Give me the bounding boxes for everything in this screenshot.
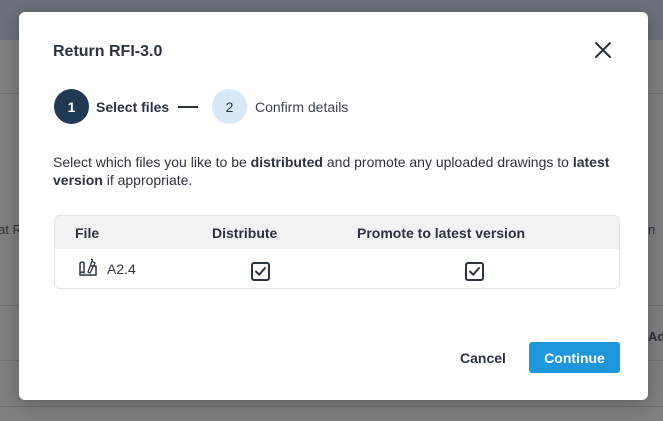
promote-checkbox[interactable] bbox=[465, 262, 484, 281]
column-header-distribute: Distribute bbox=[212, 225, 278, 241]
distribute-checkbox[interactable] bbox=[251, 262, 270, 281]
close-icon bbox=[595, 42, 611, 58]
checkmark-icon bbox=[469, 267, 480, 276]
continue-button[interactable]: Continue bbox=[529, 342, 620, 373]
checkmark-icon bbox=[255, 267, 266, 276]
files-table: File Distribute Promote to latest versio… bbox=[54, 215, 620, 289]
close-button[interactable] bbox=[593, 40, 613, 60]
cancel-button[interactable]: Cancel bbox=[449, 342, 517, 374]
modal-title: Return RFI-3.0 bbox=[53, 43, 163, 60]
background-text: n bbox=[648, 222, 656, 237]
column-header-file: File bbox=[75, 225, 100, 241]
background-divider bbox=[0, 406, 663, 407]
instructions-text: Select which files you like to be distri… bbox=[53, 154, 610, 188]
step-2-indicator: 2 bbox=[212, 89, 247, 124]
table-header: File Distribute Promote to latest versio… bbox=[55, 216, 619, 249]
file-name: A2.4 bbox=[107, 261, 136, 277]
column-header-promote: Promote to latest version bbox=[357, 225, 526, 241]
return-rfi-modal: Return RFI-3.0 1 Select files 2 Confirm … bbox=[19, 12, 648, 400]
step-connector bbox=[178, 106, 198, 108]
drawing-file-icon bbox=[79, 258, 97, 276]
step-1-indicator: 1 bbox=[54, 89, 89, 124]
table-row: A2.4 bbox=[55, 249, 619, 288]
background-text: Ad bbox=[648, 329, 663, 344]
step-1-label: Select files bbox=[96, 99, 170, 115]
step-2-label: Confirm details bbox=[255, 99, 349, 115]
